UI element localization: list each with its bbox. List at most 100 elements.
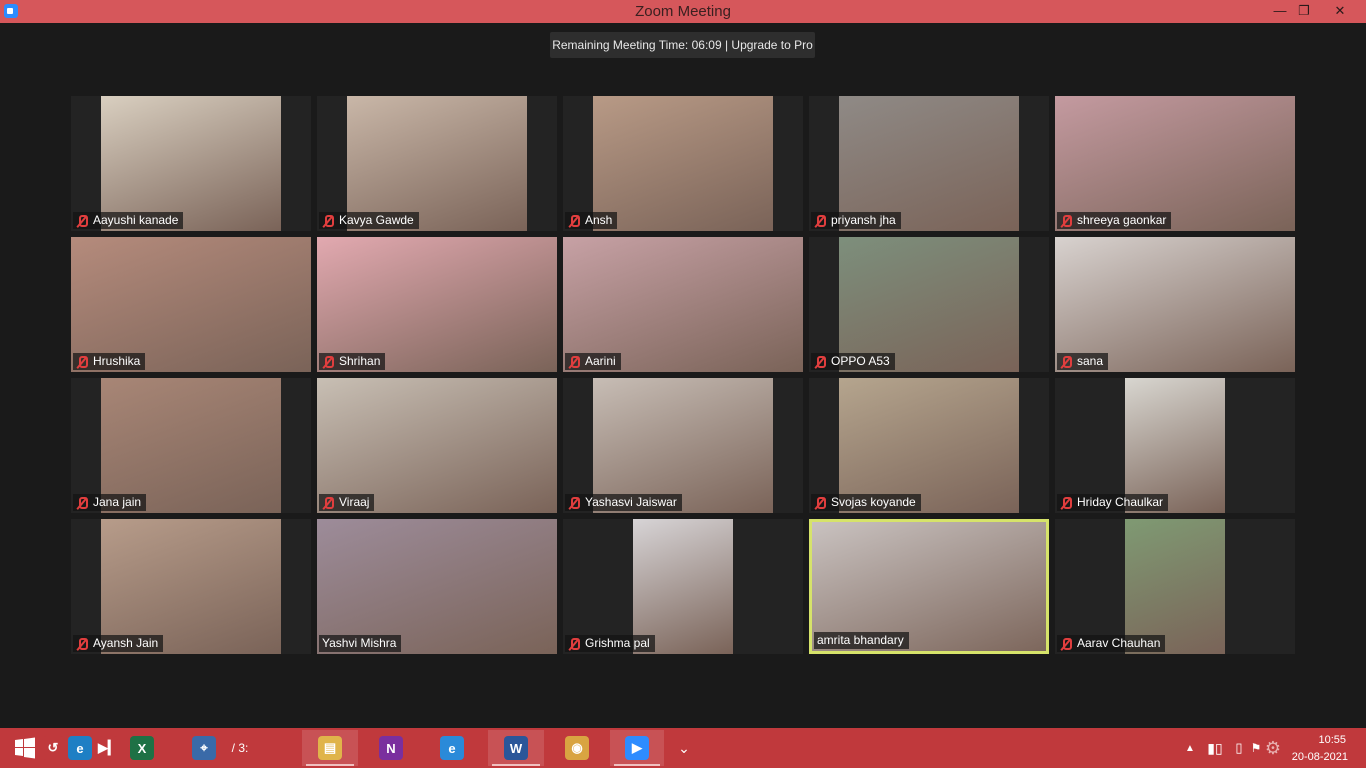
participant-tile[interactable]: Ansh [563, 96, 803, 231]
participant-video [839, 96, 1019, 231]
file-explorer-icon: ▤ [318, 736, 342, 760]
participant-video [1055, 96, 1295, 231]
close-button[interactable]: ✕ [1326, 0, 1354, 23]
participant-tile[interactable]: priyansh jha [809, 96, 1049, 231]
mic-muted-icon [322, 214, 334, 227]
participant-name: Grishma pal [585, 636, 650, 650]
gear-icon[interactable]: ⚙ [1262, 730, 1284, 766]
taskbar-overflow[interactable]: / 3: [222, 730, 258, 766]
participant-name-label: Yashasvi Jaiswar [565, 494, 682, 511]
participant-name-label: Aarav Chauhan [1057, 635, 1166, 652]
participant-name-label: Shrihan [319, 353, 386, 370]
taskbar-app-button[interactable]: ⌖ [184, 730, 224, 766]
participant-video [1125, 519, 1225, 654]
participant-name: Ansh [585, 213, 613, 227]
taskbar-app-button[interactable]: N [364, 730, 418, 766]
meeting-timer-banner[interactable]: Remaining Meeting Time: 06:09 | Upgrade … [550, 32, 815, 58]
participant-name: Yashvi Mishra [322, 636, 397, 650]
participant-tile[interactable]: Aayushi kanade [71, 96, 311, 231]
taskbar-app-button[interactable]: W [488, 730, 544, 766]
battery-icon[interactable]: ▮▯ [1200, 730, 1230, 766]
participant-name: Hrushika [93, 354, 141, 368]
participant-tile[interactable]: Aarini [563, 237, 803, 372]
participant-tile[interactable]: Svojas koyande [809, 378, 1049, 513]
taskbar-app-button[interactable]: e [424, 730, 480, 766]
participant-tile[interactable]: Hriday Chaulkar [1055, 378, 1295, 513]
participant-tile[interactable]: amrita bhandary [809, 519, 1049, 654]
participant-tile[interactable]: sana [1055, 237, 1295, 372]
internet-explorer-icon: e [440, 736, 464, 760]
mic-muted-icon [76, 214, 88, 227]
windows-taskbar: ↺ e ▶▎ X ⌖ ▤ Ne W ◉ ▶ / 3: ⌄ ▲ ▮▯ ▯ ⚑ ⚙ 10:55 20-… [0, 728, 1366, 768]
participant-video [839, 378, 1019, 513]
windows-start-icon [15, 737, 35, 759]
participant-name-label: Hrushika [73, 353, 146, 370]
participant-video [593, 378, 773, 513]
participant-name-label: priyansh jha [811, 212, 901, 229]
participant-video [317, 519, 557, 654]
participant-video [101, 378, 281, 513]
participant-name: priyansh jha [831, 213, 896, 227]
participant-name-label: Svojas koyande [811, 494, 921, 511]
participant-video [1125, 378, 1225, 513]
participant-name-label: OPPO A53 [811, 353, 895, 370]
participant-tile[interactable]: Aarav Chauhan [1055, 519, 1295, 654]
taskbar-app-button[interactable]: X [124, 730, 160, 766]
participant-tile[interactable]: Grishma pal [563, 519, 803, 654]
participant-name: Shrihan [339, 354, 381, 368]
tray-expand-icon[interactable]: ▲ [1182, 730, 1198, 766]
participant-name-label: Aayushi kanade [73, 212, 184, 229]
taskbar-app-button[interactable]: e [66, 730, 94, 766]
participant-name: Kavya Gawde [339, 213, 414, 227]
participant-name: Aayushi kanade [93, 213, 179, 227]
participant-name: Hriday Chaulkar [1077, 495, 1164, 509]
clock-time[interactable]: 10:55 [1288, 734, 1346, 746]
participant-name: Svojas koyande [831, 495, 916, 509]
mic-muted-icon [76, 496, 88, 509]
mic-muted-icon [1060, 214, 1072, 227]
participant-tile[interactable]: Yashvi Mishra [317, 519, 557, 654]
mic-muted-icon [322, 496, 334, 509]
participant-video [101, 96, 281, 231]
participant-name-label: Kavya Gawde [319, 212, 419, 229]
mic-muted-icon [1060, 355, 1072, 368]
restore-button[interactable]: ❐ [1290, 0, 1318, 23]
taskbar-app-button[interactable]: ▶▎ [98, 730, 118, 766]
participant-name: amrita bhandary [817, 633, 904, 647]
participant-name: Viraaj [339, 495, 370, 509]
edge-icon: e [68, 736, 92, 760]
excel-icon: X [130, 736, 154, 760]
taskbar-app-button[interactable]: ◉ [548, 730, 606, 766]
participant-name: Aarav Chauhan [1077, 636, 1161, 650]
participant-tile[interactable]: Yashasvi Jaiswar [563, 378, 803, 513]
participant-name: Jana jain [93, 495, 142, 509]
participant-tile[interactable]: Ayansh Jain [71, 519, 311, 654]
clock-date[interactable]: 20-08-2021 [1282, 751, 1348, 763]
mic-muted-icon [76, 637, 88, 650]
participant-tile[interactable]: shreeya gaonkar [1055, 96, 1295, 231]
onenote-icon: N [379, 736, 403, 760]
participant-name-label: Ansh [565, 212, 618, 229]
taskbar-app-button[interactable]: ▤ [302, 730, 358, 766]
participant-video [839, 237, 1019, 372]
network-icon[interactable]: ▯ [1230, 730, 1248, 766]
participant-name: OPPO A53 [831, 354, 890, 368]
taskbar-app-button[interactable]: ↺ [42, 730, 64, 766]
participant-name: Ayansh Jain [93, 636, 159, 650]
mic-muted-icon [568, 496, 580, 509]
participant-name-label: Aarini [565, 353, 621, 370]
undo-icon: ↺ [42, 736, 64, 760]
participant-name-label: sana [1057, 353, 1109, 370]
taskbar-chevron-icon[interactable]: ⌄ [672, 730, 696, 766]
participant-tile[interactable]: OPPO A53 [809, 237, 1049, 372]
participant-tile[interactable]: Kavya Gawde [317, 96, 557, 231]
mic-muted-icon [1060, 637, 1072, 650]
participant-tile[interactable]: Viraaj [317, 378, 557, 513]
taskbar-app-button[interactable]: ▶ [610, 730, 664, 766]
start-button[interactable] [8, 730, 42, 766]
participant-tile[interactable]: Hrushika [71, 237, 311, 372]
mic-muted-icon [814, 355, 826, 368]
chrome-icon: ◉ [565, 736, 589, 760]
participant-tile[interactable]: Jana jain [71, 378, 311, 513]
participant-tile[interactable]: Shrihan [317, 237, 557, 372]
